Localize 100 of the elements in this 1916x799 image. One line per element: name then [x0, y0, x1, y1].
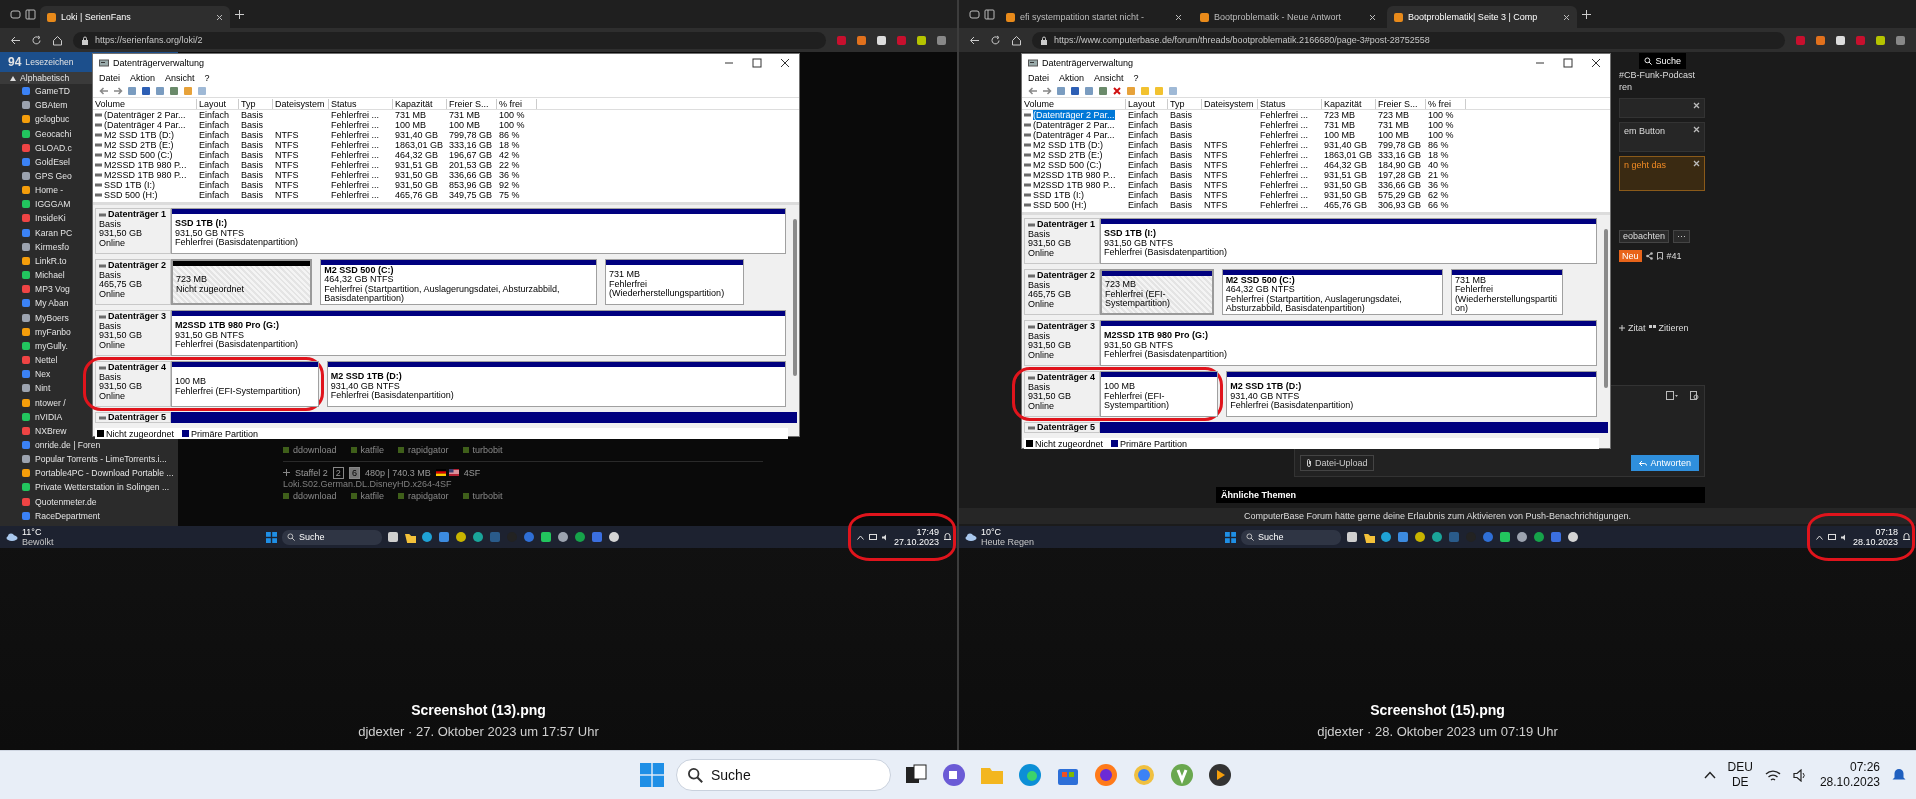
home-icon[interactable]: [52, 34, 63, 46]
back-icon[interactable]: [969, 34, 980, 46]
search-field[interactable]: Suche: [676, 759, 891, 791]
column-header[interactable]: Freier S...: [447, 98, 497, 109]
extension-icon[interactable]: [856, 34, 867, 46]
check-icon[interactable]: [1126, 85, 1136, 96]
back-icon[interactable]: [10, 34, 21, 46]
extension-icon[interactable]: [1815, 34, 1826, 46]
column-header[interactable]: Freier S...: [1376, 98, 1426, 109]
forward-icon[interactable]: [1042, 85, 1052, 96]
browser-tab[interactable]: Bootproblematik - Neue Antwort: [1193, 6, 1383, 28]
close-icon[interactable]: [1693, 126, 1700, 133]
bookmark-item[interactable]: Nex: [35, 369, 51, 380]
column-header[interactable]: Dateisystem: [1202, 98, 1258, 109]
bookmark-icon[interactable]: [1656, 252, 1663, 260]
bookmark-item[interactable]: GoldEsel: [35, 156, 70, 167]
volume-row[interactable]: (Datenträger 2 Par... Einfach Basis Fehlerfrei ... 731 MB 731 MB 100 %: [1022, 120, 1610, 130]
bookmark-item[interactable]: MyBoers: [35, 312, 69, 323]
column-header[interactable]: Typ: [239, 98, 273, 109]
nav-link[interactable]: ren: [1619, 82, 1705, 94]
search-field[interactable]: Suche: [282, 529, 382, 545]
app-icon[interactable]: [1516, 531, 1528, 543]
partition-block[interactable]: 731 MB Fehlerfrei (Wiederherstellungspartition): [1450, 269, 1563, 315]
list-icon[interactable]: [127, 85, 137, 96]
start-button[interactable]: [266, 531, 277, 543]
search-button[interactable]: Suche: [1639, 53, 1686, 69]
menu-item[interactable]: ?: [204, 73, 210, 83]
volume-row[interactable]: M2SSD 1TB 980 P... Einfach Basis NTFS Fehlerfrei ... 931,51 GB 201,53 GB 22 %: [93, 160, 799, 170]
partition-block[interactable]: SSD 1TB (I:) 931,50 GB NTFS Fehlerfrei (Basisdatenpartition): [171, 208, 786, 254]
watch-button[interactable]: eobachten: [1619, 229, 1670, 243]
app-icon[interactable]: [540, 531, 552, 543]
tag-link[interactable]: #CB-Funk-Podcast: [1619, 70, 1705, 82]
partition-block[interactable]: 100 MB Fehlerfrei (EFI-Systempartition): [1100, 371, 1219, 417]
bookmark-item[interactable]: MP3 Vog: [35, 284, 70, 295]
more-button[interactable]: ···: [1673, 229, 1691, 243]
monitor-icon[interactable]: [1550, 531, 1562, 543]
browser-tab[interactable]: Loki | SerienFans: [40, 6, 230, 28]
download-link[interactable]: rapidgator: [408, 491, 449, 501]
close-icon[interactable]: [1693, 160, 1700, 167]
refresh-icon[interactable]: [31, 34, 42, 46]
quote-link[interactable]: Zitat: [1628, 323, 1646, 333]
app-icon[interactable]: [1414, 531, 1426, 543]
column-header[interactable]: Volume: [93, 98, 197, 109]
column-header[interactable]: Kapazität: [1322, 98, 1376, 109]
volume-row[interactable]: M2 SSD 2TB (E:) Einfach Basis NTFS Fehlerfrei ... 1863,01 GB 333,16 GB 18 %: [93, 140, 799, 150]
store-icon[interactable]: [438, 531, 450, 543]
bookmark-item[interactable]: Private Wetterstation in Solingen ...: [35, 482, 170, 493]
close-icon[interactable]: [216, 13, 223, 21]
version-tag[interactable]: 6: [348, 466, 360, 479]
language-indicator[interactable]: DEU DE: [1727, 760, 1753, 790]
upload-button[interactable]: Datei-Upload: [1300, 455, 1374, 471]
volume-row[interactable]: (Datenträger 2 Par... Einfach Basis Fehlerfrei ... 731 MB 731 MB 100 %: [93, 110, 799, 120]
search-field[interactable]: Suche: [1241, 529, 1341, 545]
bookmark-item[interactable]: NXBrew: [35, 425, 67, 436]
video-call-icon[interactable]: [941, 762, 967, 788]
network-icon[interactable]: [1827, 533, 1836, 541]
browser-icon[interactable]: [1017, 762, 1043, 788]
bookmark-item[interactable]: ntower /: [35, 397, 66, 408]
bookmark-item[interactable]: Karan PC: [35, 227, 73, 238]
share-icon[interactable]: [1645, 252, 1653, 260]
partition-block[interactable]: M2 SSD 500 (C:) 464,32 GB NTFS Fehlerfrei (Startpartition, Auslagerungsdatei, Absturzabbild, Basisdatenpartition): [1221, 269, 1443, 315]
new-tab-icon[interactable]: [1581, 9, 1592, 20]
workspaces-icon[interactable]: [10, 9, 21, 20]
bell-icon[interactable]: [1892, 767, 1906, 783]
bell-icon[interactable]: [944, 533, 951, 541]
folder-icon[interactable]: [1363, 531, 1375, 543]
bookmark-item[interactable]: Michael: [35, 270, 65, 281]
clock[interactable]: 07:18 28.10.2023: [1852, 527, 1898, 547]
collapse-icon[interactable]: [10, 75, 16, 81]
column-header[interactable]: Volume: [1022, 98, 1126, 109]
format-icon[interactable]: [1666, 391, 1678, 400]
address-field[interactable]: https://www.computerbase.de/forum/threads/bootproblematik.2166680/page-3#post-28752558: [1032, 31, 1785, 49]
bookmark-item[interactable]: nVIDIA: [35, 411, 63, 422]
task-view-icon[interactable]: [1346, 531, 1358, 543]
close-icon[interactable]: [1563, 13, 1570, 21]
volume-row[interactable]: M2SSD 1TB 980 P... Einfach Basis NTFS Fehlerfrei ... 931,51 GB 197,28 GB 21 %: [1022, 170, 1610, 180]
partition-block[interactable]: SSD 1TB (I:) 931,50 GB NTFS Fehlerfrei (Basisdatenpartition): [1100, 218, 1597, 264]
extension-icon[interactable]: [876, 34, 887, 46]
volume-row[interactable]: M2SSD 1TB 980 P... Einfach Basis NTFS Fehlerfrei ... 931,50 GB 336,66 GB 36 %: [1022, 180, 1610, 190]
bookmark-item[interactable]: Portable4PC - Download Portable ...: [35, 468, 174, 479]
download-link[interactable]: rapidgator: [408, 445, 449, 455]
partition-block[interactable]: 100 MB Fehlerfrei (EFI-Systempartition): [171, 361, 319, 407]
volume-row[interactable]: M2SSD 1TB 980 P... Einfach Basis NTFS Fehlerfrei ... 931,50 GB 336,66 GB 36 %: [93, 170, 799, 180]
start-button[interactable]: [1225, 531, 1236, 543]
workspaces-icon[interactable]: [969, 9, 980, 20]
download-link[interactable]: turbobit: [472, 491, 503, 501]
bookmark-item[interactable]: Nint: [35, 383, 51, 394]
wifi-icon[interactable]: [1764, 768, 1781, 782]
bookmark-item[interactable]: My Aban: [35, 298, 69, 309]
menu-item[interactable]: Datei: [99, 73, 120, 83]
bookmark-item[interactable]: Nettel: [35, 355, 58, 366]
app-icon[interactable]: [608, 531, 620, 543]
app-icon[interactable]: [574, 531, 586, 543]
console-icon[interactable]: [1084, 85, 1094, 96]
browser-icon[interactable]: [1093, 762, 1119, 788]
browser-icon[interactable]: [1380, 531, 1392, 543]
download-link[interactable]: ddownload: [293, 445, 337, 455]
download-link[interactable]: ddownload: [293, 491, 337, 501]
volume-row[interactable]: M2 SSD 1TB (D:) Einfach Basis NTFS Fehlerfrei ... 931,40 GB 799,78 GB 86 %: [93, 130, 799, 140]
list-icon[interactable]: [1056, 85, 1066, 96]
